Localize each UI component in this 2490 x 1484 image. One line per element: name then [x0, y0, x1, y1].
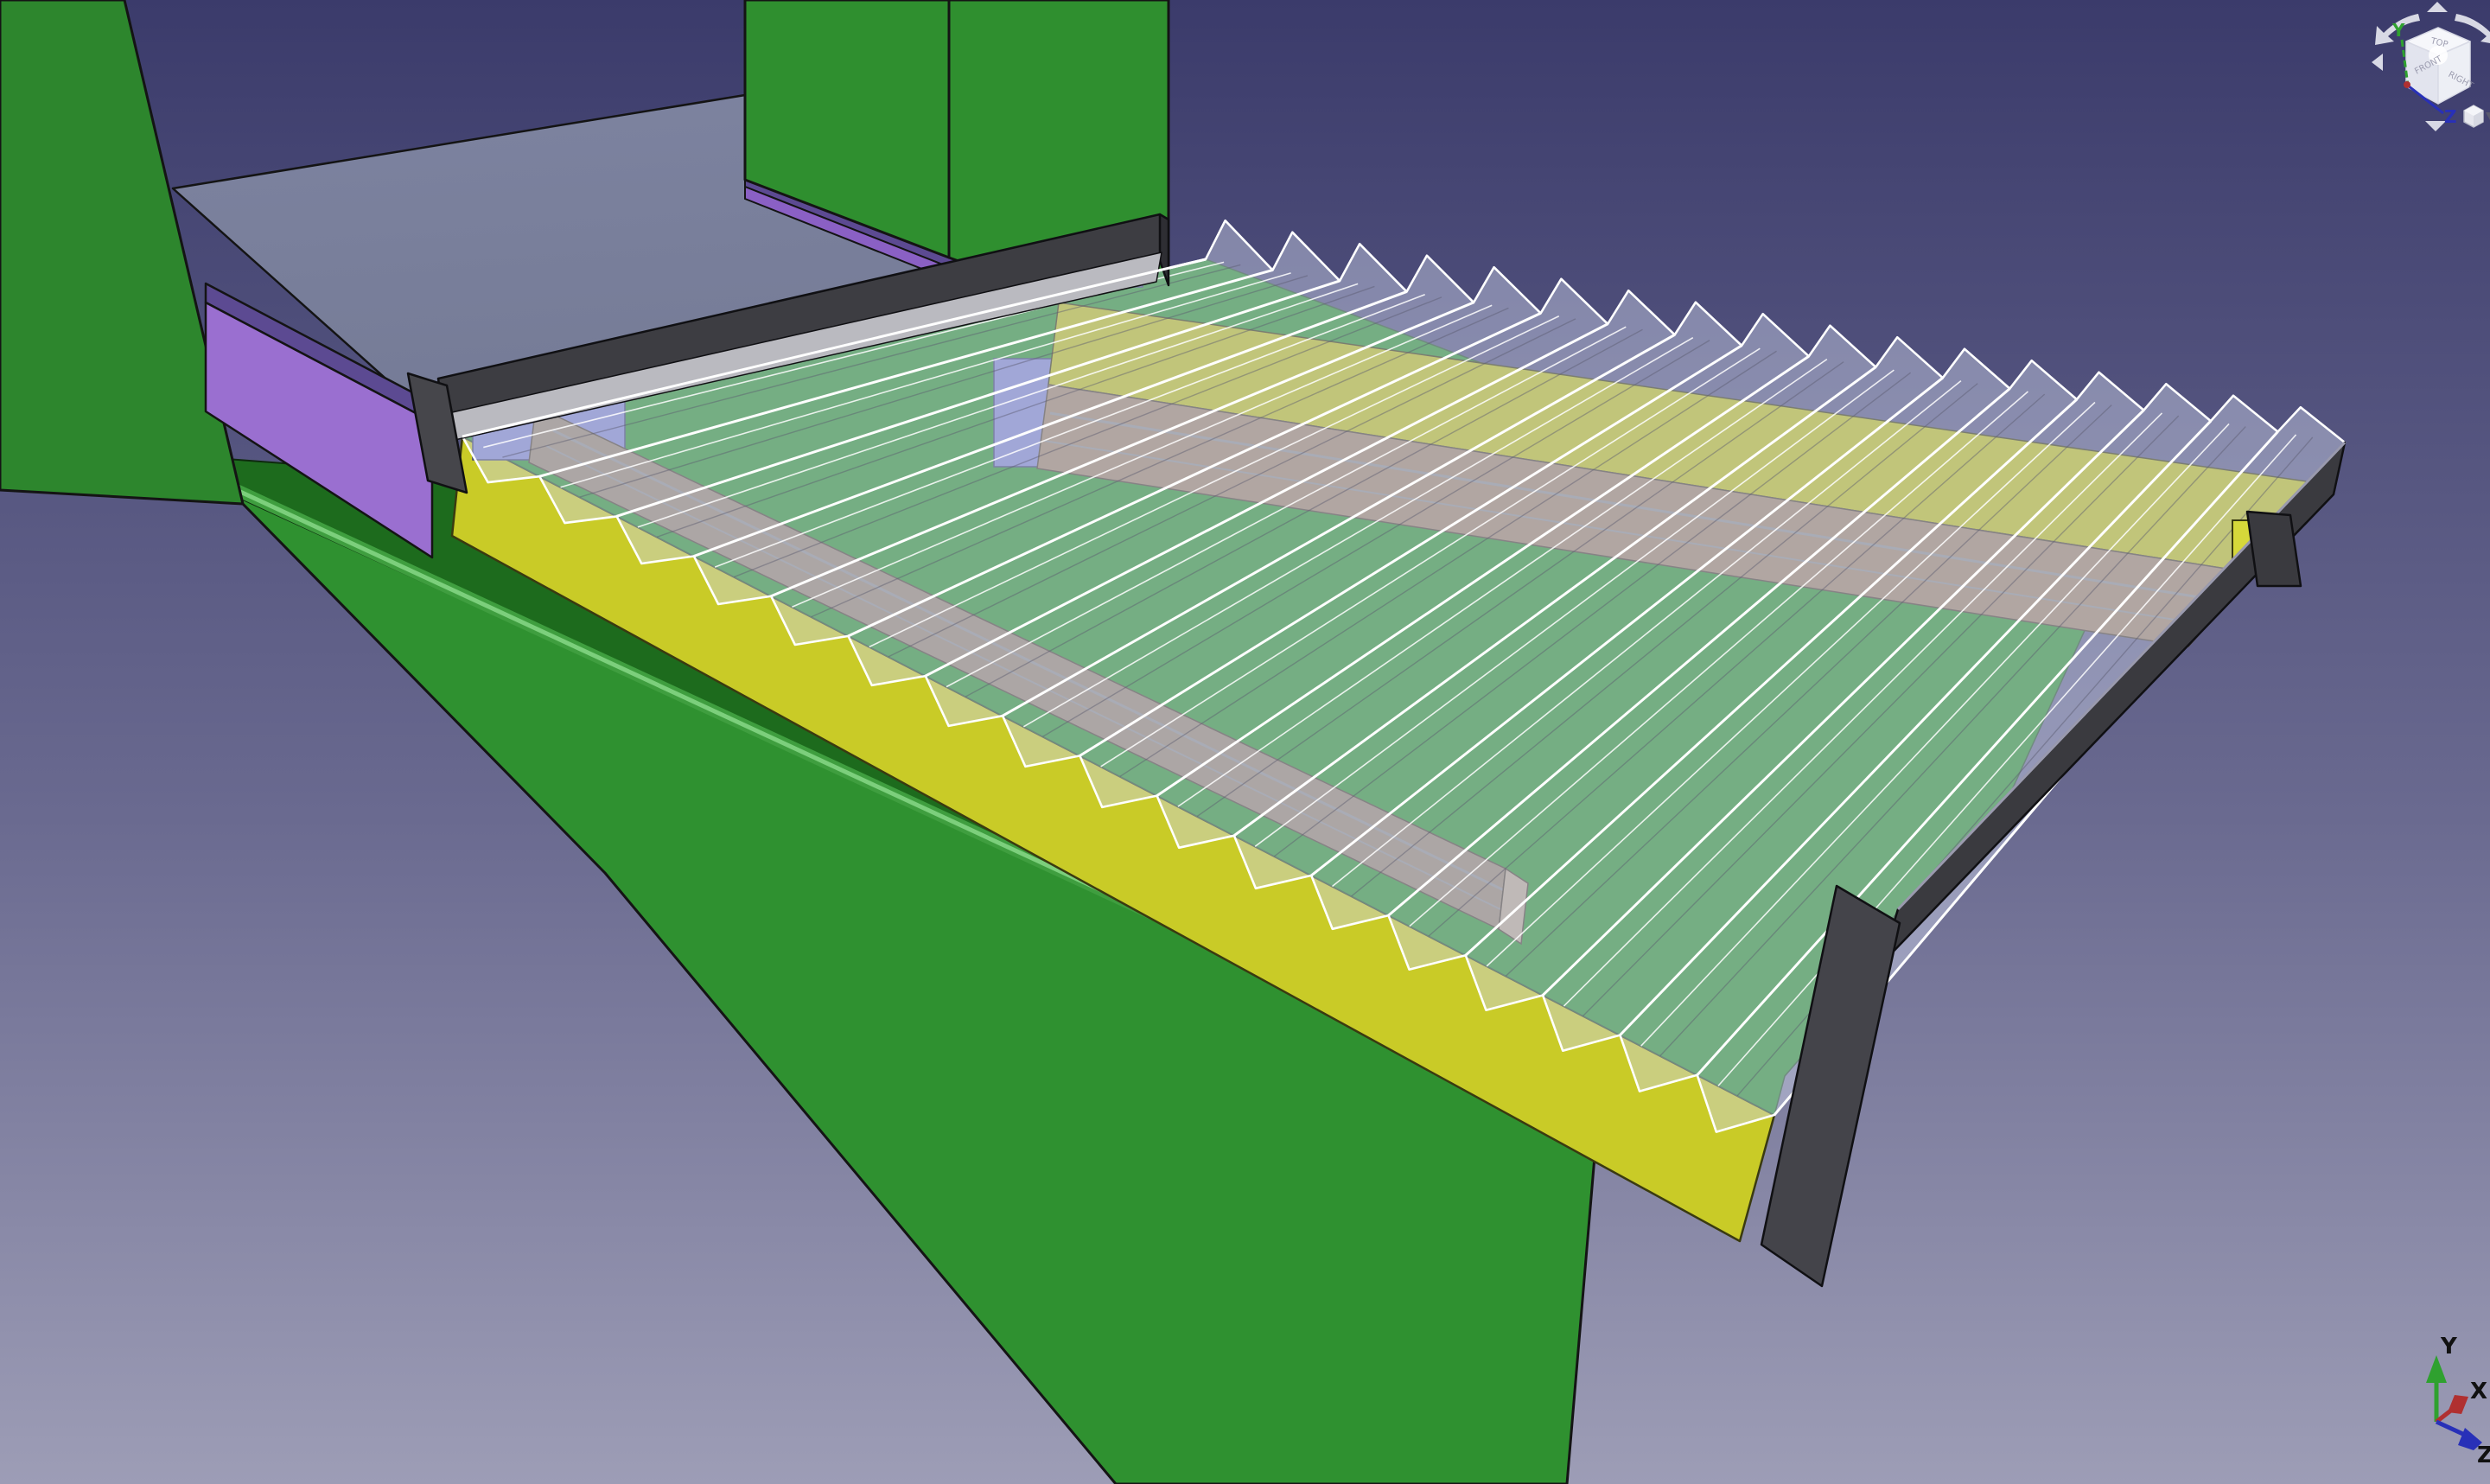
- navcube-mini-cube[interactable]: [2464, 105, 2483, 127]
- freecad-3d-viewport[interactable]: FRONT RIGHT TOP Y Z Y X Z: [0, 0, 2490, 1484]
- navcube-z-label: Z: [2444, 106, 2457, 127]
- navcube-y-label: Y: [2391, 20, 2405, 41]
- z-axis-label: Z: [2477, 1443, 2490, 1468]
- navcube-x-axis-dot: [2404, 81, 2410, 88]
- x-axis-label: X: [2470, 1379, 2487, 1404]
- y-axis-label: Y: [2440, 1334, 2458, 1360]
